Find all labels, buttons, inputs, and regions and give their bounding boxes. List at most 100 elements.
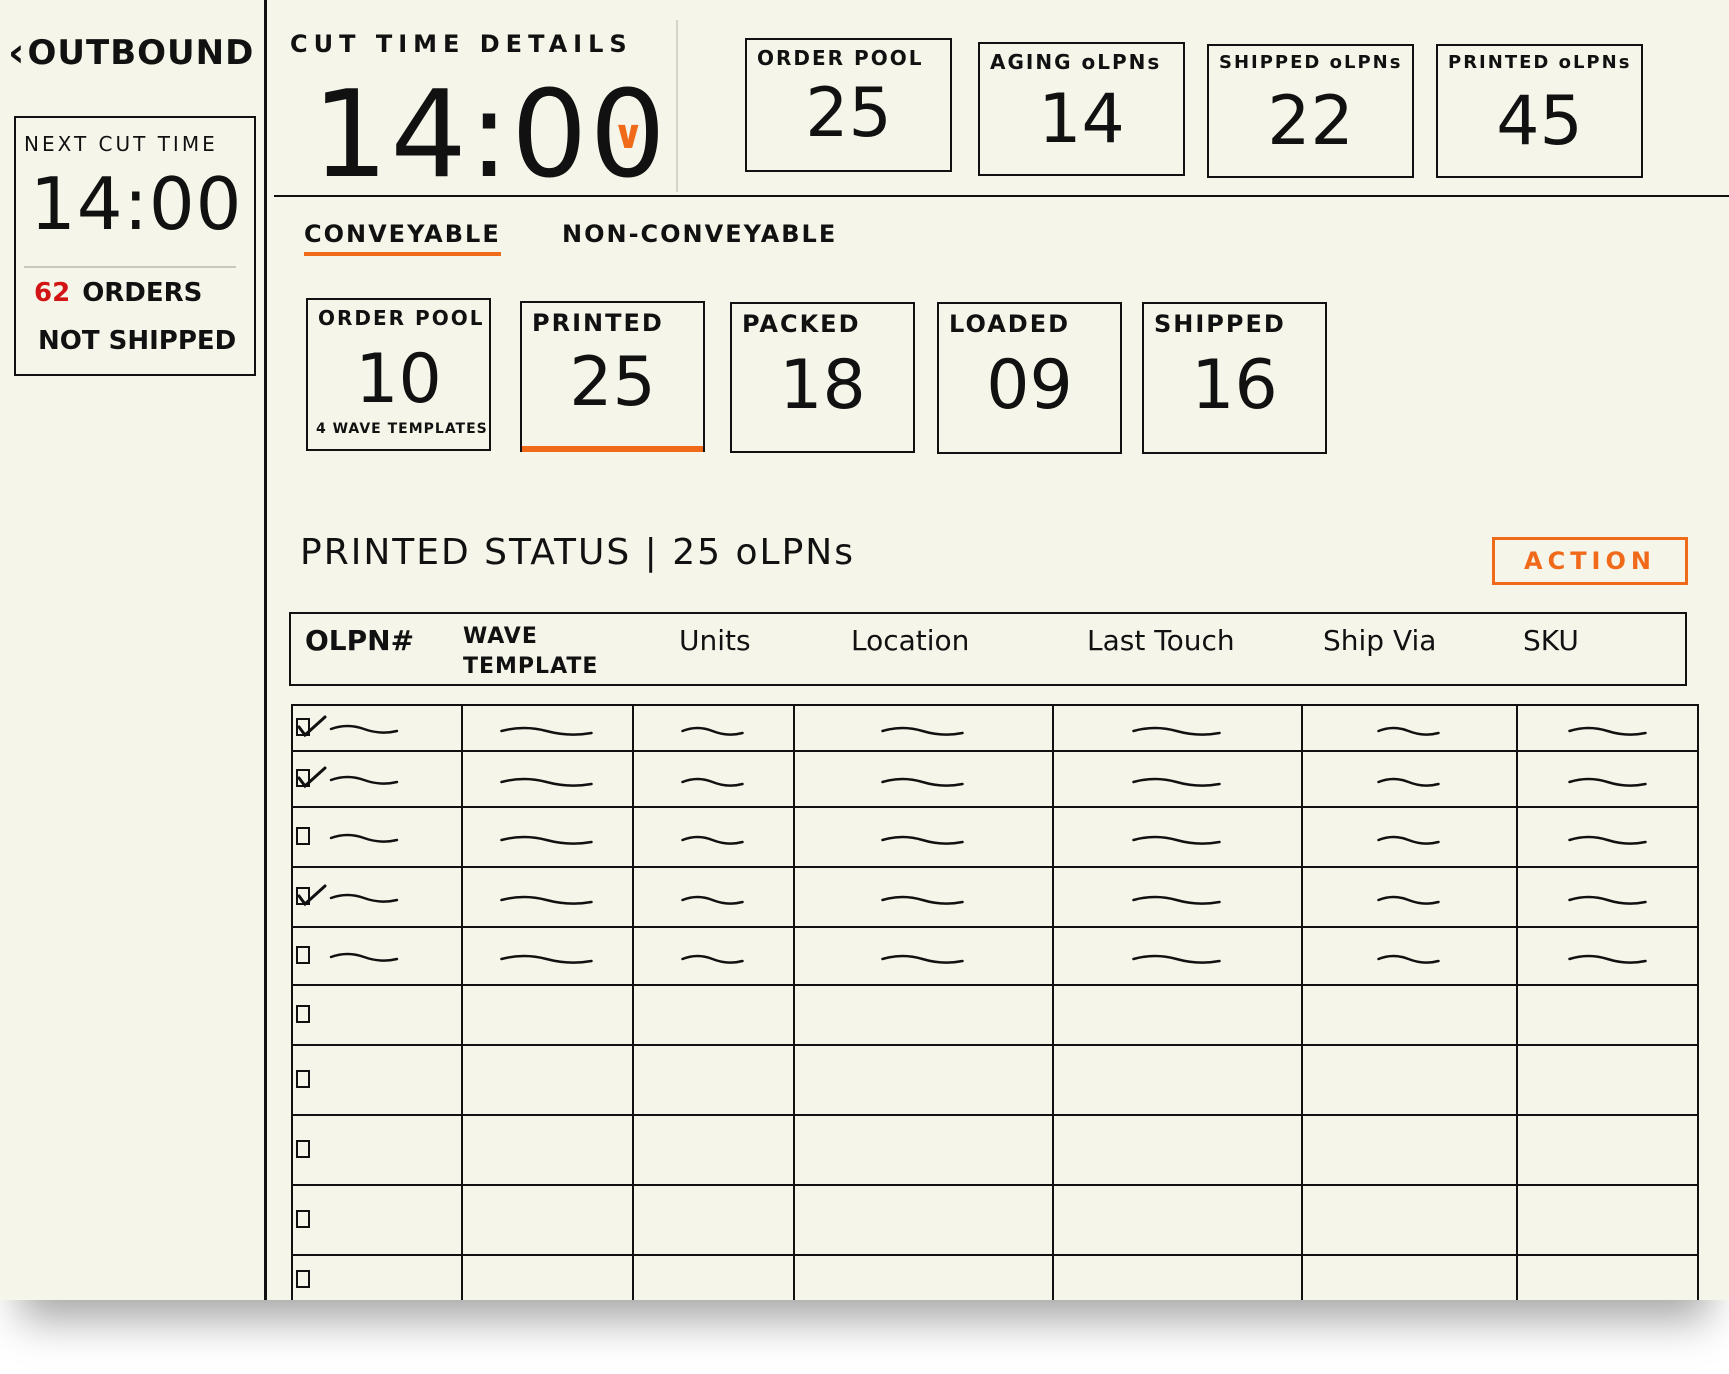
- stage-label: ORDER POOL: [318, 306, 485, 330]
- placeholder-value: [1377, 835, 1440, 845]
- placeholder-value: [1568, 726, 1647, 736]
- back-label: OUTBOUND: [27, 33, 255, 73]
- column-header[interactable]: Units: [679, 624, 751, 657]
- stat-printed-olpns[interactable]: PRINTED oLPNs 45: [1436, 44, 1643, 178]
- stage-value: 18: [779, 346, 866, 425]
- column-header[interactable]: Location: [851, 624, 969, 657]
- column-header[interactable]: SKU: [1523, 624, 1579, 657]
- stat-aging-olpns[interactable]: AGING oLPNs 14: [978, 42, 1185, 176]
- placeholder-value: [329, 952, 399, 962]
- column-header[interactable]: WAVE TEMPLATE: [463, 622, 613, 682]
- action-button[interactable]: ACTION: [1492, 537, 1688, 585]
- placeholder-value: [329, 833, 399, 843]
- row-checkbox[interactable]: [296, 1210, 310, 1228]
- tab-conveyable[interactable]: CONVEYABLE: [304, 220, 501, 256]
- placeholder-value: [1377, 895, 1440, 905]
- placeholder-value: [329, 724, 399, 734]
- next-cut-time: 14:00: [30, 162, 243, 246]
- placeholder-value: [500, 726, 593, 736]
- placeholder-value: [681, 954, 744, 964]
- placeholder-value: [500, 954, 593, 964]
- placeholder-value: [500, 777, 593, 787]
- wireframe-sheet: ‹ OUTBOUND NEXT CUT TIME 14:00 62 ORDERS …: [0, 0, 1729, 1300]
- not-shipped-label: NOT SHIPPED: [38, 326, 237, 356]
- stat-label: ORDER POOL: [757, 46, 924, 70]
- stage-loaded[interactable]: LOADED 09: [937, 302, 1122, 454]
- chevron-down-icon[interactable]: ∨: [612, 112, 644, 158]
- placeholder-value: [1132, 777, 1221, 787]
- stage-shipped[interactable]: SHIPPED 16: [1142, 302, 1327, 454]
- placeholder-value: [1568, 777, 1647, 787]
- table-header: OLPN# WAVE TEMPLATE Units Location Last …: [289, 612, 1687, 686]
- placeholder-value: [1568, 895, 1647, 905]
- row-checkbox[interactable]: [296, 1270, 310, 1288]
- placeholder-value: [1568, 835, 1647, 845]
- stage-label: PRINTED: [532, 309, 664, 337]
- tab-non-conveyable[interactable]: NON-CONVEYABLE: [562, 220, 837, 248]
- stat-value: 14: [1038, 80, 1125, 159]
- row-checkbox[interactable]: [296, 1140, 310, 1158]
- sidebar-divider: [264, 0, 267, 1300]
- placeholder-value: [1132, 726, 1221, 736]
- placeholder-value: [329, 775, 399, 785]
- stage-order-pool[interactable]: ORDER POOL 10 4 WAVE TEMPLATES: [306, 298, 491, 451]
- stage-value: 25: [569, 343, 656, 422]
- stat-label: SHIPPED oLPNs: [1219, 52, 1403, 73]
- stat-value: 25: [805, 74, 892, 153]
- column-header[interactable]: Ship Via: [1323, 624, 1436, 657]
- stage-printed[interactable]: PRINTED 25: [520, 301, 705, 452]
- next-cut-card[interactable]: NEXT CUT TIME 14:00 62 ORDERS NOT SHIPPED: [14, 116, 256, 376]
- stat-shipped-olpns[interactable]: SHIPPED oLPNs 22: [1207, 44, 1414, 178]
- placeholder-value: [1377, 777, 1440, 787]
- placeholder-value: [681, 895, 744, 905]
- placeholder-value: [500, 835, 593, 845]
- back-button[interactable]: ‹ OUTBOUND: [8, 30, 254, 76]
- back-arrow-icon: ‹: [8, 30, 26, 76]
- header-rule: [274, 195, 1729, 197]
- stage-label: PACKED: [742, 310, 861, 338]
- stat-label: PRINTED oLPNs: [1448, 52, 1632, 73]
- stat-value: 22: [1267, 82, 1354, 161]
- selected-underline: [522, 446, 703, 452]
- stage-value: 09: [986, 346, 1073, 425]
- placeholder-value: [1377, 954, 1440, 964]
- stage-sublabel: 4 WAVE TEMPLATES: [316, 421, 488, 437]
- placeholder-value: [1568, 954, 1647, 964]
- orders-label: ORDERS: [82, 278, 203, 308]
- stage-label: SHIPPED: [1154, 310, 1286, 338]
- placeholder-value: [1132, 954, 1221, 964]
- row-checkbox[interactable]: [296, 1005, 310, 1023]
- column-header[interactable]: OLPN#: [305, 624, 414, 657]
- placeholder-value: [329, 893, 399, 903]
- placeholder-value: [681, 726, 744, 736]
- stage-packed[interactable]: PACKED 18: [730, 302, 915, 453]
- stat-value: 45: [1496, 82, 1583, 161]
- header-divider: [676, 20, 678, 192]
- olpn-table: [291, 704, 1699, 1300]
- placeholder-value: [881, 954, 964, 964]
- placeholder-value: [1377, 726, 1440, 736]
- next-cut-label: NEXT CUT TIME: [24, 132, 218, 156]
- stat-order-pool[interactable]: ORDER POOL 25: [745, 38, 952, 172]
- placeholder-value: [881, 895, 964, 905]
- card-divider: [24, 266, 236, 268]
- placeholder-value: [500, 895, 593, 905]
- stage-value: 10: [355, 340, 442, 419]
- placeholder-value: [881, 726, 964, 736]
- stat-label: AGING oLPNs: [990, 50, 1162, 74]
- placeholder-value: [1132, 835, 1221, 845]
- placeholder-value: [881, 835, 964, 845]
- cut-time-title: CUT TIME DETAILS: [290, 30, 633, 58]
- stage-label: LOADED: [949, 310, 1071, 338]
- placeholder-value: [881, 777, 964, 787]
- placeholder-value: [681, 835, 744, 845]
- column-header[interactable]: Last Touch: [1087, 624, 1235, 657]
- row-checkbox[interactable]: [296, 1070, 310, 1088]
- orders-count: 62: [34, 278, 71, 308]
- stage-value: 16: [1191, 346, 1278, 425]
- placeholder-value: [681, 777, 744, 787]
- printed-status-title: PRINTED STATUS | 25 oLPNs: [300, 532, 855, 573]
- row-checkbox[interactable]: [296, 946, 310, 964]
- row-checkbox[interactable]: [296, 827, 310, 845]
- placeholder-value: [1132, 895, 1221, 905]
